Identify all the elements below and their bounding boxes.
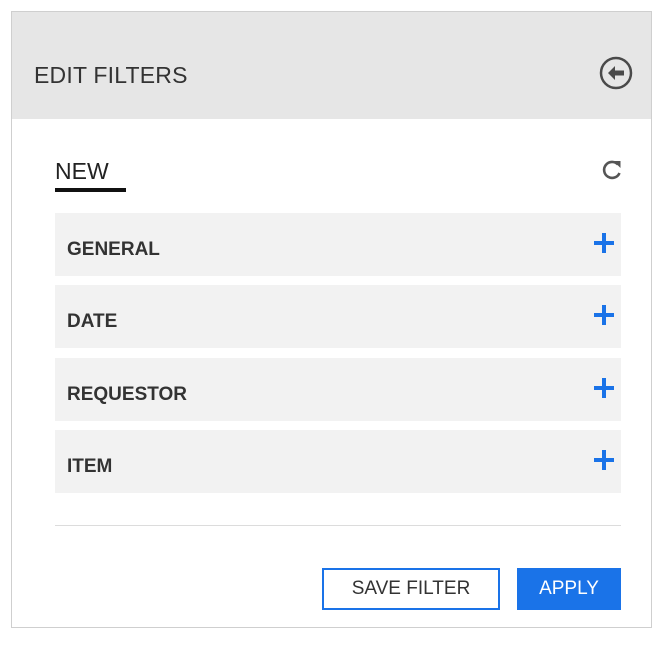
- tab-new[interactable]: NEW: [55, 158, 109, 185]
- edit-filters-panel: EDIT FILTERS NEW GENERAL DATE REQUESTOR …: [11, 11, 652, 628]
- plus-icon[interactable]: [594, 305, 614, 325]
- panel-header: EDIT FILTERS: [12, 12, 651, 119]
- refresh-icon: [602, 160, 621, 180]
- section-label: DATE: [67, 311, 118, 332]
- panel-title: EDIT FILTERS: [34, 62, 188, 88]
- section-label: GENERAL: [67, 239, 160, 260]
- plus-icon[interactable]: [594, 450, 614, 470]
- save-filter-button[interactable]: SAVE FILTER: [322, 568, 500, 610]
- filter-section-item[interactable]: ITEM: [55, 430, 621, 493]
- circle-arrow-left-icon: [599, 56, 633, 90]
- section-label: REQUESTOR: [67, 384, 188, 405]
- filter-section-general[interactable]: GENERAL: [55, 213, 621, 276]
- apply-button[interactable]: APPLY: [517, 568, 621, 610]
- divider: [55, 525, 621, 526]
- reset-button[interactable]: [601, 159, 623, 181]
- filter-section-date[interactable]: DATE: [55, 285, 621, 348]
- tab-active-indicator: [55, 188, 126, 192]
- section-label: ITEM: [67, 456, 113, 477]
- plus-icon[interactable]: [594, 233, 614, 253]
- plus-icon[interactable]: [594, 378, 614, 398]
- filter-section-requestor[interactable]: REQUESTOR: [55, 358, 621, 421]
- back-button[interactable]: [599, 56, 633, 90]
